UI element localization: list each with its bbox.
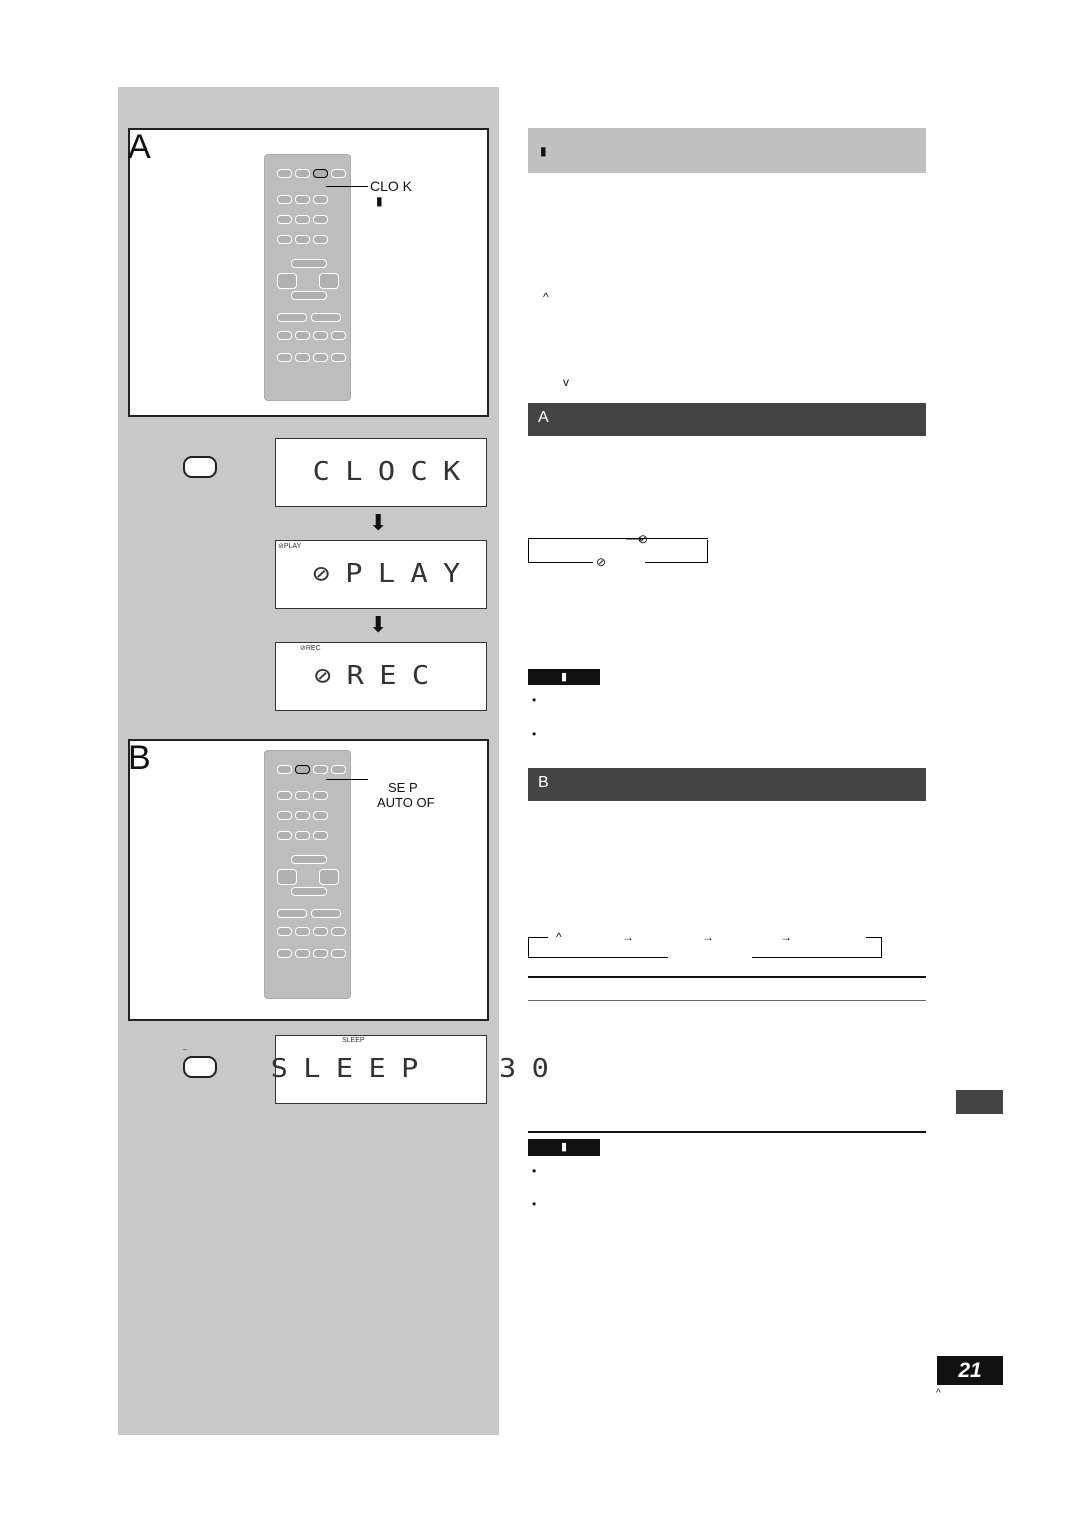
remote-control-a xyxy=(264,154,351,401)
arrow-down-icon: ⬇ xyxy=(369,510,388,535)
callout-sleep-label: SE P xyxy=(388,780,418,795)
top-section-header: ▮ xyxy=(528,128,926,173)
button-hand-icon xyxy=(183,456,217,478)
section-letter-b: B xyxy=(128,739,151,777)
remote-control-b xyxy=(264,750,351,999)
display-rec: ⊘REC xyxy=(275,642,487,711)
callout-clock-label: CLO K xyxy=(370,178,413,194)
note-label: ▮ xyxy=(528,1139,600,1156)
indicator-play: ⊘PLAY xyxy=(278,543,302,550)
divider xyxy=(528,1000,926,1001)
divider xyxy=(528,976,926,978)
indicator-sleep: SLEEP xyxy=(342,1037,365,1044)
section-b-header: B xyxy=(528,768,926,801)
display-clock: CLOCK xyxy=(275,438,487,507)
page-number: 21 xyxy=(937,1356,1003,1385)
note-label: ▮ xyxy=(528,669,600,685)
callout-auto-off-label: AUTO OF xyxy=(377,795,435,810)
side-tab xyxy=(956,1090,1003,1114)
indicator-rec: ⊘REC xyxy=(300,645,321,652)
callout-clock-sub: ▮ xyxy=(376,194,383,208)
section-a-header: A xyxy=(528,403,926,436)
display-play: ⊘PLAY xyxy=(275,540,487,609)
button-hand-icon xyxy=(183,1056,217,1078)
arrow-down-icon: ⬇ xyxy=(369,612,388,637)
display-sleep: SLEEP 30 xyxy=(271,1035,549,1104)
cycle-diagram-a xyxy=(528,538,708,562)
section-letter-a: A xyxy=(128,128,151,166)
cycle-diagram-b xyxy=(528,937,548,958)
divider xyxy=(528,1131,926,1133)
